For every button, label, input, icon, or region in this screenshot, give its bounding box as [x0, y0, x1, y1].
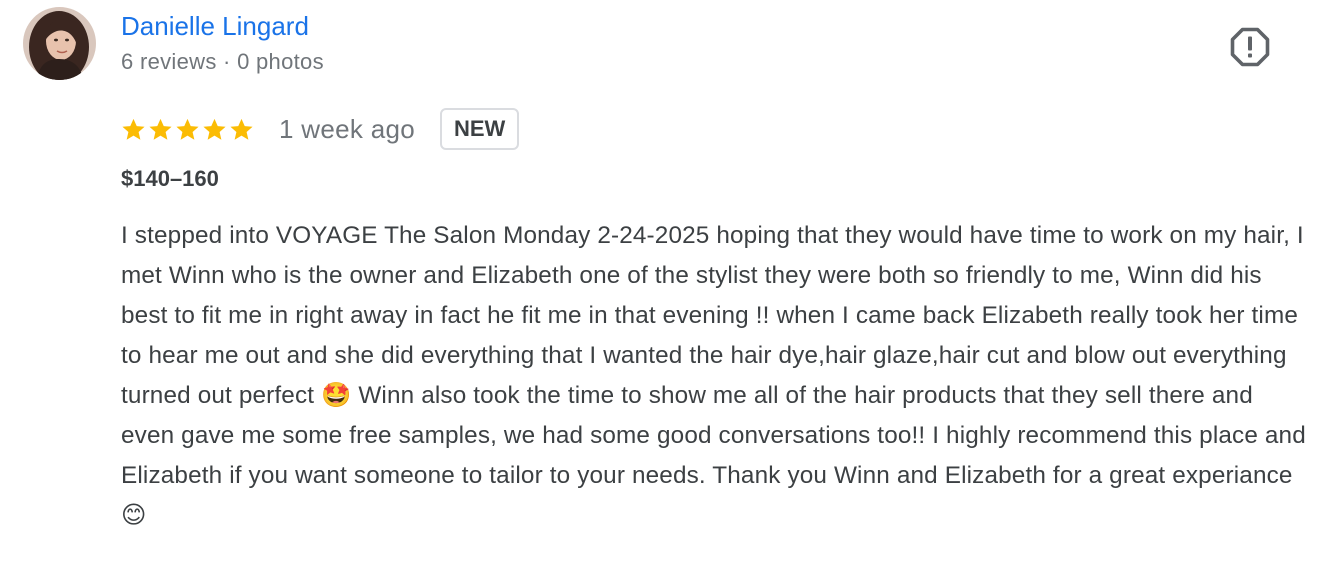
reviewer-name-link[interactable]: Danielle Lingard — [121, 10, 309, 42]
star-icon — [203, 118, 226, 140]
price-range: $140–160 — [121, 166, 219, 191]
review-rating-row: 1 week ago NEW — [121, 106, 520, 152]
star-rating — [121, 117, 254, 142]
reviewer-avatar[interactable] — [23, 7, 96, 80]
star-icon — [149, 118, 172, 140]
new-badge: NEW — [439, 108, 520, 150]
octagon-alert-icon — [1230, 27, 1270, 67]
review-time: 1 week ago — [279, 114, 415, 144]
star-icon — [122, 118, 145, 140]
star-icon — [176, 118, 199, 140]
star-icon — [230, 118, 253, 140]
report-review-icon[interactable] — [1229, 26, 1271, 68]
review-body-text: I stepped into VOYAGE The Salon Monday 2… — [121, 222, 1306, 529]
reviewer-stats: 6 reviews · 0 photos — [121, 49, 324, 74]
avatar-photo-icon — [23, 7, 96, 80]
